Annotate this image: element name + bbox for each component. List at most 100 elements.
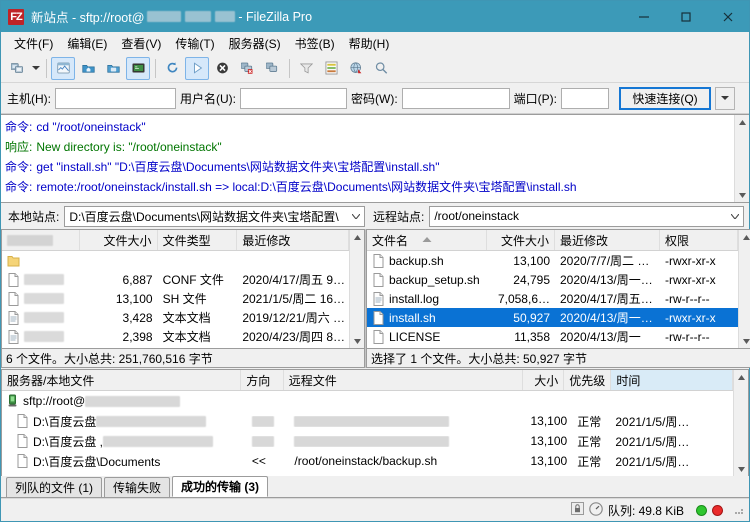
chevron-down-icon[interactable] bbox=[727, 213, 743, 219]
queue-tab-2[interactable]: 成功的传输 (3) bbox=[172, 476, 269, 497]
table-row[interactable]: 13,100 SH 文件 2021/1/5/周二 16… bbox=[2, 289, 349, 308]
local-list-scrollbar[interactable] bbox=[349, 230, 364, 348]
cancel-operation-icon[interactable] bbox=[210, 57, 234, 80]
encryption-indicator[interactable]: 队列: 49.8 KiB bbox=[565, 501, 690, 520]
local-column-type[interactable]: 文件类型 bbox=[158, 230, 238, 250]
scroll-down-arrow[interactable] bbox=[738, 188, 746, 202]
local-column-size[interactable]: 文件大小 bbox=[80, 230, 158, 250]
scroll-down-arrow[interactable] bbox=[737, 462, 745, 476]
remote-file-size-cell: 13,100 bbox=[513, 253, 550, 268]
queue-column-priority[interactable]: 优先级 bbox=[564, 370, 612, 390]
remote-list-scrollbar[interactable] bbox=[738, 230, 750, 348]
toggle-remote-tree-icon[interactable] bbox=[101, 57, 125, 80]
table-row[interactable]: install.sh 50,927 2020/4/13/周一… -rwxr-xr-x bbox=[367, 308, 738, 327]
queue-file-row[interactable]: D:\百度云盘 13,100 正常 2021/1/5/周… bbox=[2, 411, 733, 431]
chevron-down-icon[interactable] bbox=[348, 213, 364, 219]
refresh-icon[interactable] bbox=[160, 57, 184, 80]
maximize-button[interactable] bbox=[665, 1, 707, 32]
site-manager-icon[interactable] bbox=[5, 57, 29, 80]
menu-item-1[interactable]: 编辑(E) bbox=[60, 33, 114, 54]
toggle-local-tree-icon[interactable] bbox=[76, 57, 100, 80]
password-input[interactable] bbox=[401, 87, 510, 109]
local-file-size-cell: 2,398 bbox=[122, 329, 153, 344]
filter-icon[interactable] bbox=[294, 57, 318, 80]
queue-tab-0[interactable]: 列队的文件 (1) bbox=[6, 477, 103, 497]
menu-item-3[interactable]: 传输(T) bbox=[168, 33, 221, 54]
local-column-name[interactable] bbox=[2, 230, 80, 250]
queue-priority-cell: 正常 bbox=[577, 454, 602, 469]
host-input[interactable] bbox=[55, 87, 176, 109]
remote-file-list[interactable]: 文件名 文件大小 最近修改 权限 backup.sh 13,100 2020/7/7/周二… bbox=[366, 229, 750, 349]
local-path-combobox[interactable]: D:\百度云盘\Documents\网站数据文件夹\宝塔配置\ bbox=[64, 205, 365, 227]
scroll-down-arrow[interactable] bbox=[353, 334, 361, 348]
queue-direction-cell: << bbox=[251, 454, 266, 468]
queue-file-row[interactable]: D:\百度云盘 , 13,100 正常 2021/1/5/周… bbox=[2, 431, 733, 451]
message-log-panel: 命令: cd "/root/oneinstack" 响应: New directory… bbox=[1, 114, 749, 203]
remote-file-name: install.sh bbox=[389, 310, 436, 325]
toggle-message-log-icon[interactable] bbox=[51, 56, 75, 80]
queue-file-row[interactable]: D:\百度云盘\Documents << /root/oneinstack/back… bbox=[2, 451, 733, 471]
close-button[interactable] bbox=[707, 1, 749, 32]
reconnect-icon[interactable] bbox=[260, 57, 284, 80]
quick-connect-button[interactable]: 快速连接(Q) bbox=[619, 86, 711, 110]
column-label: 最近修改 bbox=[242, 233, 291, 248]
remote-column-perms[interactable]: 权限 bbox=[660, 230, 738, 250]
username-input[interactable] bbox=[240, 87, 347, 109]
search-remote-files-icon[interactable] bbox=[369, 57, 393, 80]
quick-connect-history-dropdown[interactable] bbox=[715, 86, 735, 110]
remote-column-modified[interactable]: 最近修改 bbox=[555, 230, 660, 250]
remote-file-name: install.log bbox=[389, 291, 440, 306]
disconnect-icon[interactable] bbox=[235, 57, 259, 80]
port-input[interactable] bbox=[561, 87, 609, 109]
toolbar-separator bbox=[289, 58, 290, 78]
queue-column-size[interactable]: 大小 bbox=[523, 370, 565, 390]
scroll-up-arrow[interactable] bbox=[742, 230, 750, 244]
table-row[interactable]: backup.sh 13,100 2020/7/7/周二 … -rwxr-xr-x bbox=[367, 251, 738, 270]
scroll-up-arrow[interactable] bbox=[737, 370, 745, 384]
queue-column-time[interactable]: 时间 bbox=[611, 370, 733, 390]
queue-server-row[interactable]: sftp://root@ bbox=[2, 391, 733, 411]
local-file-list[interactable]: 文件大小 文件类型 最近修改 6,887 CONF 文件 2020/4/17/周五 9…… bbox=[1, 229, 365, 349]
table-row[interactable] bbox=[2, 251, 349, 270]
log-entry-text: get "install.sh" "D:\百度云盘\Documents\网站数据… bbox=[36, 160, 440, 174]
scroll-down-arrow[interactable] bbox=[742, 334, 750, 348]
table-row[interactable]: 3,428 文本文档 2019/12/21/周六 … bbox=[2, 308, 349, 327]
port-label: 端口(P): bbox=[513, 91, 557, 106]
remote-path-combobox[interactable]: /root/oneinstack bbox=[429, 205, 744, 227]
table-row[interactable]: backup_setup.sh 24,795 2020/4/13/周一… -rwxr-… bbox=[367, 270, 738, 289]
remote-column-name[interactable]: 文件名 bbox=[367, 230, 487, 250]
queue-tab-1[interactable]: 传输失败 bbox=[104, 477, 171, 497]
host-label: 主机(H): bbox=[7, 91, 51, 106]
queue-column-local[interactable]: 服务器/本地文件 bbox=[2, 370, 242, 390]
scroll-up-arrow[interactable] bbox=[353, 230, 361, 244]
queue-column-remote[interactable]: 远程文件 bbox=[284, 370, 523, 390]
transfer-queue-panel[interactable]: 服务器/本地文件 方向 远程文件 大小 优先级 时间 sftp://root@ D:\百度云… bbox=[1, 369, 749, 476]
queue-size-cell: 13,100 bbox=[530, 434, 568, 448]
queue-scrollbar[interactable] bbox=[733, 370, 748, 476]
queue-column-direction[interactable]: 方向 bbox=[241, 370, 284, 390]
table-row[interactable]: LICENSE 11,358 2020/4/13/周一 -rw-r--r-- bbox=[367, 327, 738, 346]
minimize-button[interactable] bbox=[623, 1, 665, 32]
menu-item-5[interactable]: 书签(B) bbox=[288, 33, 342, 54]
menu-item-6[interactable]: 帮助(H) bbox=[342, 33, 397, 54]
filezilla-window: FZ 新站点 - sftp://root@ - FileZilla Pro 文件… bbox=[0, 0, 750, 522]
directory-comparison-icon[interactable] bbox=[319, 57, 343, 80]
message-log-scrollbar[interactable] bbox=[734, 115, 749, 202]
username-label: 用户名(U): bbox=[180, 91, 236, 106]
remote-file-name-cell: install.log bbox=[367, 291, 487, 306]
title-bar: FZ 新站点 - sftp://root@ - FileZilla Pro bbox=[1, 1, 749, 32]
menu-item-0[interactable]: 文件(F) bbox=[7, 33, 60, 54]
menu-item-2[interactable]: 查看(V) bbox=[114, 33, 168, 54]
synchronized-browsing-icon[interactable] bbox=[344, 57, 368, 80]
local-column-modified[interactable]: 最近修改 bbox=[237, 230, 349, 250]
table-row[interactable]: 2,398 文本文档 2020/4/23/周四 8… bbox=[2, 327, 349, 346]
table-row[interactable]: install.log 7,058,6… 2020/4/17/周五… -rw-r--r… bbox=[367, 289, 738, 308]
process-queue-icon[interactable] bbox=[185, 56, 209, 80]
menu-item-4[interactable]: 服务器(S) bbox=[222, 33, 288, 54]
site-manager-dropdown-caret[interactable] bbox=[30, 57, 42, 80]
remote-column-size[interactable]: 文件大小 bbox=[487, 230, 555, 250]
scroll-up-arrow[interactable] bbox=[738, 115, 746, 129]
table-row[interactable]: 6,887 CONF 文件 2020/4/17/周五 9… bbox=[2, 270, 349, 289]
toggle-transfer-queue-icon[interactable] bbox=[126, 56, 150, 80]
resize-grip[interactable] bbox=[733, 504, 745, 516]
